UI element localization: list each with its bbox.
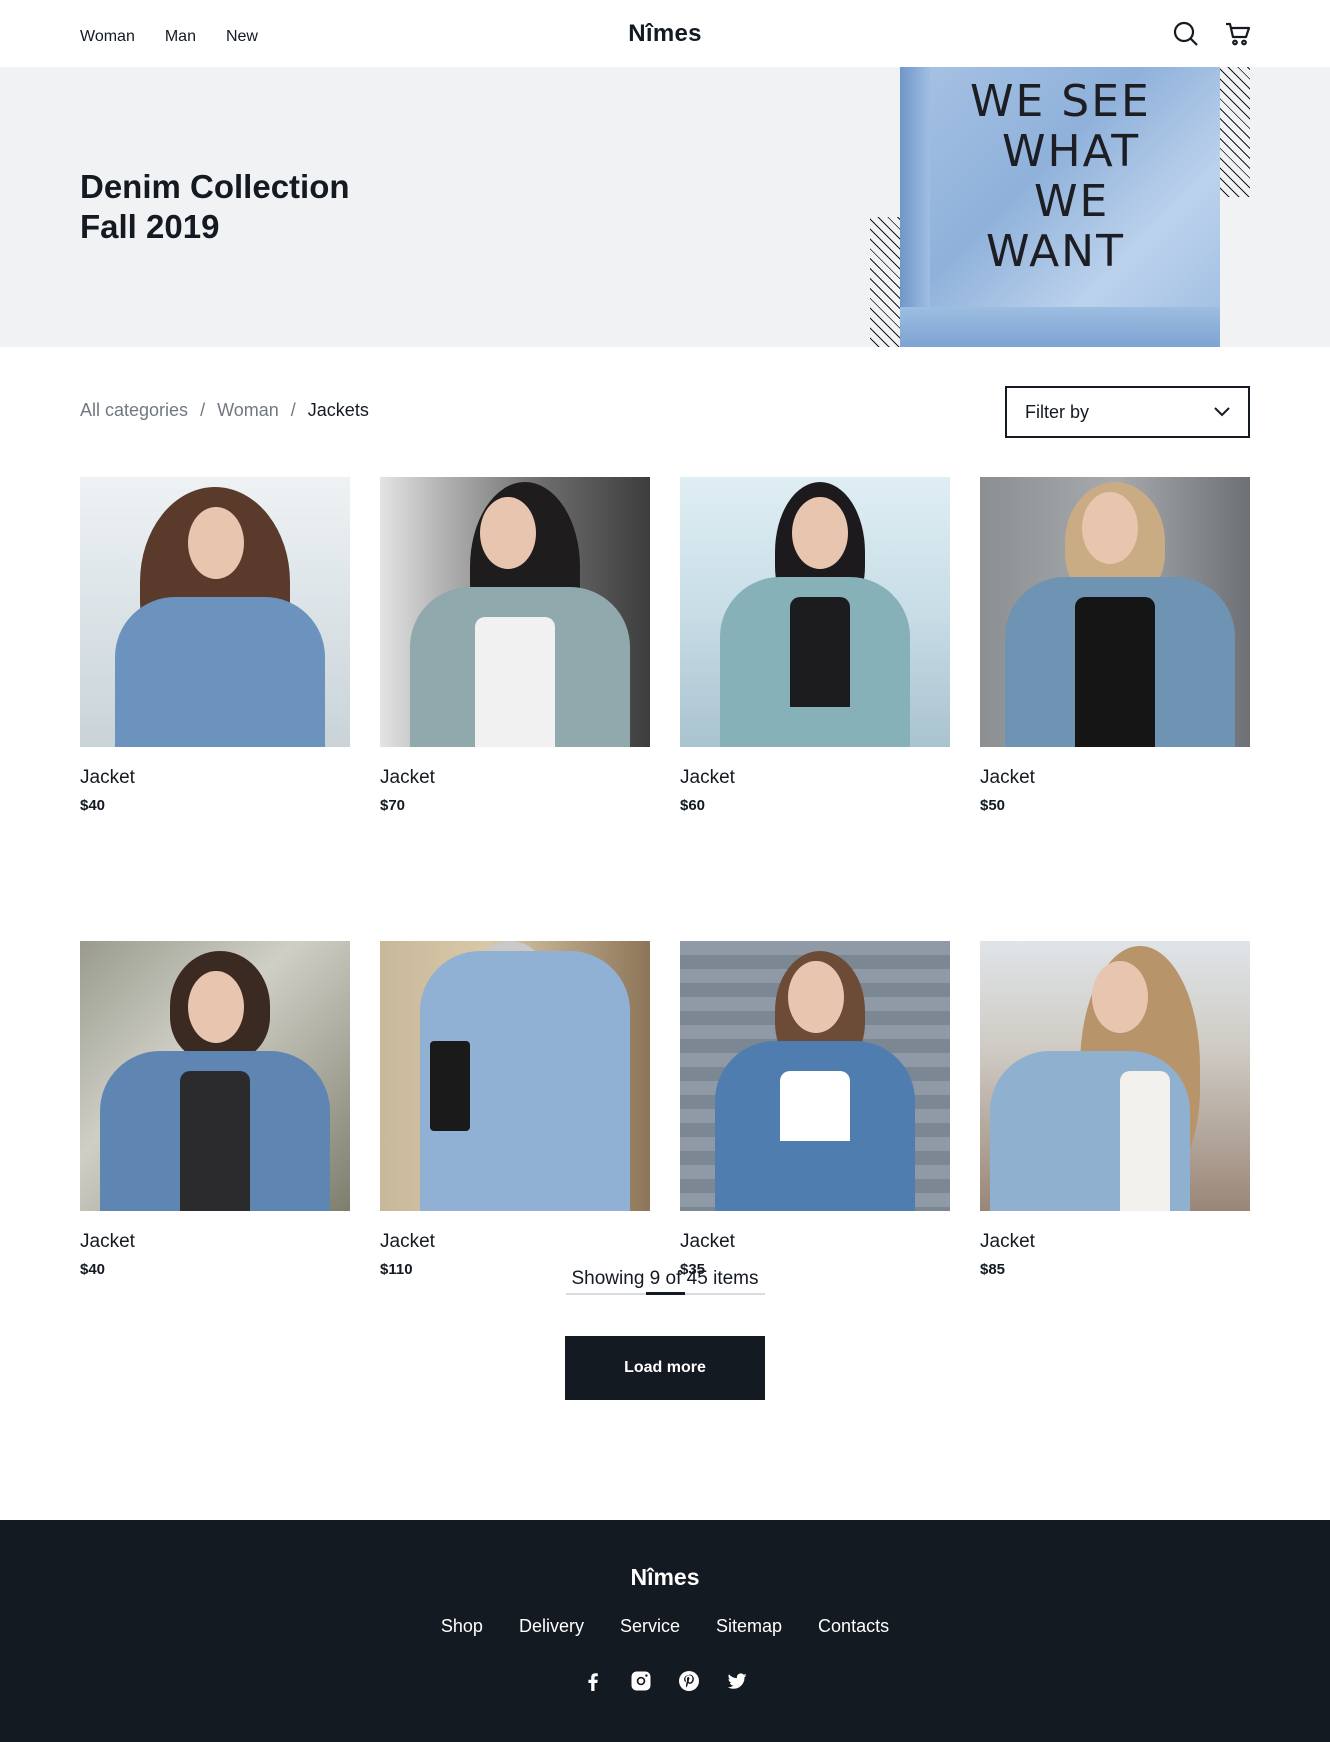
cart-icon[interactable] — [1224, 20, 1252, 48]
breadcrumb: All categories / Woman / Jackets — [80, 400, 369, 421]
showing-shown: 9 — [649, 1268, 661, 1289]
progress-fill — [646, 1292, 685, 1295]
footer-link-sitemap[interactable]: Sitemap — [716, 1616, 782, 1637]
footer-logo[interactable]: Nîmes — [0, 1564, 1330, 1591]
product-card[interactable]: Jacket $110 — [380, 941, 650, 1278]
pinterest-icon[interactable] — [678, 1670, 700, 1692]
showing-of: of — [665, 1268, 682, 1289]
product-image[interactable] — [980, 477, 1250, 747]
breadcrumb-all-categories[interactable]: All categories — [80, 400, 188, 421]
twitter-icon[interactable] — [726, 1670, 748, 1692]
showing-total: 45 — [686, 1268, 708, 1289]
product-name[interactable]: Jacket — [380, 767, 650, 789]
product-card[interactable]: Jacket $70 — [380, 477, 650, 814]
product-card[interactable]: Jacket $50 — [980, 477, 1250, 814]
footer-link-delivery[interactable]: Delivery — [519, 1616, 584, 1637]
product-name[interactable]: Jacket — [680, 767, 950, 789]
filter-dropdown[interactable]: Filter by — [1005, 386, 1250, 438]
breadcrumb-separator: / — [290, 400, 296, 420]
product-price: $60 — [680, 797, 706, 814]
hero-title-line1: Denim Collection — [80, 168, 350, 205]
hero-banner: Denim Collection Fall 2019 WE SEE WHAT W… — [0, 67, 1330, 347]
hero-denim-image: WE SEE WHAT WE WANT — [900, 67, 1220, 347]
product-image[interactable] — [980, 941, 1250, 1211]
product-image[interactable] — [680, 477, 950, 747]
items-count-text: Showing 9 of 45 items — [0, 1268, 1330, 1290]
hero-title: Denim Collection Fall 2019 — [80, 167, 350, 247]
product-name[interactable]: Jacket — [80, 1231, 350, 1253]
hatch-decoration-left — [870, 217, 900, 347]
site-header: Woman Man New Nîmes — [0, 0, 1330, 67]
breadcrumb-separator: / — [200, 400, 206, 420]
breadcrumb-current: Jackets — [307, 400, 369, 420]
breadcrumb-woman[interactable]: Woman — [217, 400, 279, 421]
product-image[interactable] — [380, 477, 650, 747]
hatch-decoration-right — [1220, 67, 1250, 197]
product-image[interactable] — [80, 941, 350, 1211]
header-actions — [1172, 20, 1252, 48]
product-name[interactable]: Jacket — [380, 1231, 650, 1253]
filter-label: Filter by — [1025, 401, 1090, 422]
hero-title-line2: Fall 2019 — [80, 208, 220, 245]
footer-nav: Shop Delivery Service Sitemap Contacts — [0, 1616, 1330, 1637]
product-card[interactable]: Jacket $35 — [680, 941, 950, 1278]
product-price: $70 — [380, 797, 406, 814]
instagram-icon[interactable] — [630, 1670, 652, 1692]
chevron-down-icon — [1212, 402, 1232, 422]
product-name[interactable]: Jacket — [680, 1231, 950, 1253]
showing-suffix: items — [713, 1268, 759, 1289]
denim-hem — [900, 307, 1220, 347]
footer-link-service[interactable]: Service — [620, 1616, 680, 1637]
product-card[interactable]: Jacket $85 — [980, 941, 1250, 1278]
product-image[interactable] — [380, 941, 650, 1211]
facebook-icon[interactable] — [582, 1670, 604, 1692]
search-icon[interactable] — [1172, 20, 1200, 48]
product-card[interactable]: Jacket $40 — [80, 477, 350, 814]
site-logo[interactable]: Nîmes — [0, 20, 1330, 48]
denim-seam — [900, 67, 930, 347]
product-grid: Jacket $40 Jacket $70 Jacket $60 Jacket … — [80, 477, 1250, 1278]
hero-image-text: WE SEE WHAT WE WANT — [970, 76, 1151, 277]
product-name[interactable]: Jacket — [80, 767, 350, 789]
product-name[interactable]: Jacket — [980, 767, 1250, 789]
footer-link-shop[interactable]: Shop — [441, 1616, 483, 1637]
social-links — [0, 1670, 1330, 1692]
product-image[interactable] — [80, 477, 350, 747]
footer-link-contacts[interactable]: Contacts — [818, 1616, 889, 1637]
product-price: $40 — [80, 797, 106, 814]
product-card[interactable]: Jacket $40 — [80, 941, 350, 1278]
site-footer: Nîmes Shop Delivery Service Sitemap Cont… — [0, 1520, 1330, 1742]
product-image[interactable] — [680, 941, 950, 1211]
showing-prefix: Showing — [571, 1268, 645, 1289]
load-more-button[interactable]: Load more — [565, 1336, 765, 1400]
product-price: $50 — [980, 797, 1006, 814]
product-name[interactable]: Jacket — [980, 1231, 1250, 1253]
product-card[interactable]: Jacket $60 — [680, 477, 950, 814]
